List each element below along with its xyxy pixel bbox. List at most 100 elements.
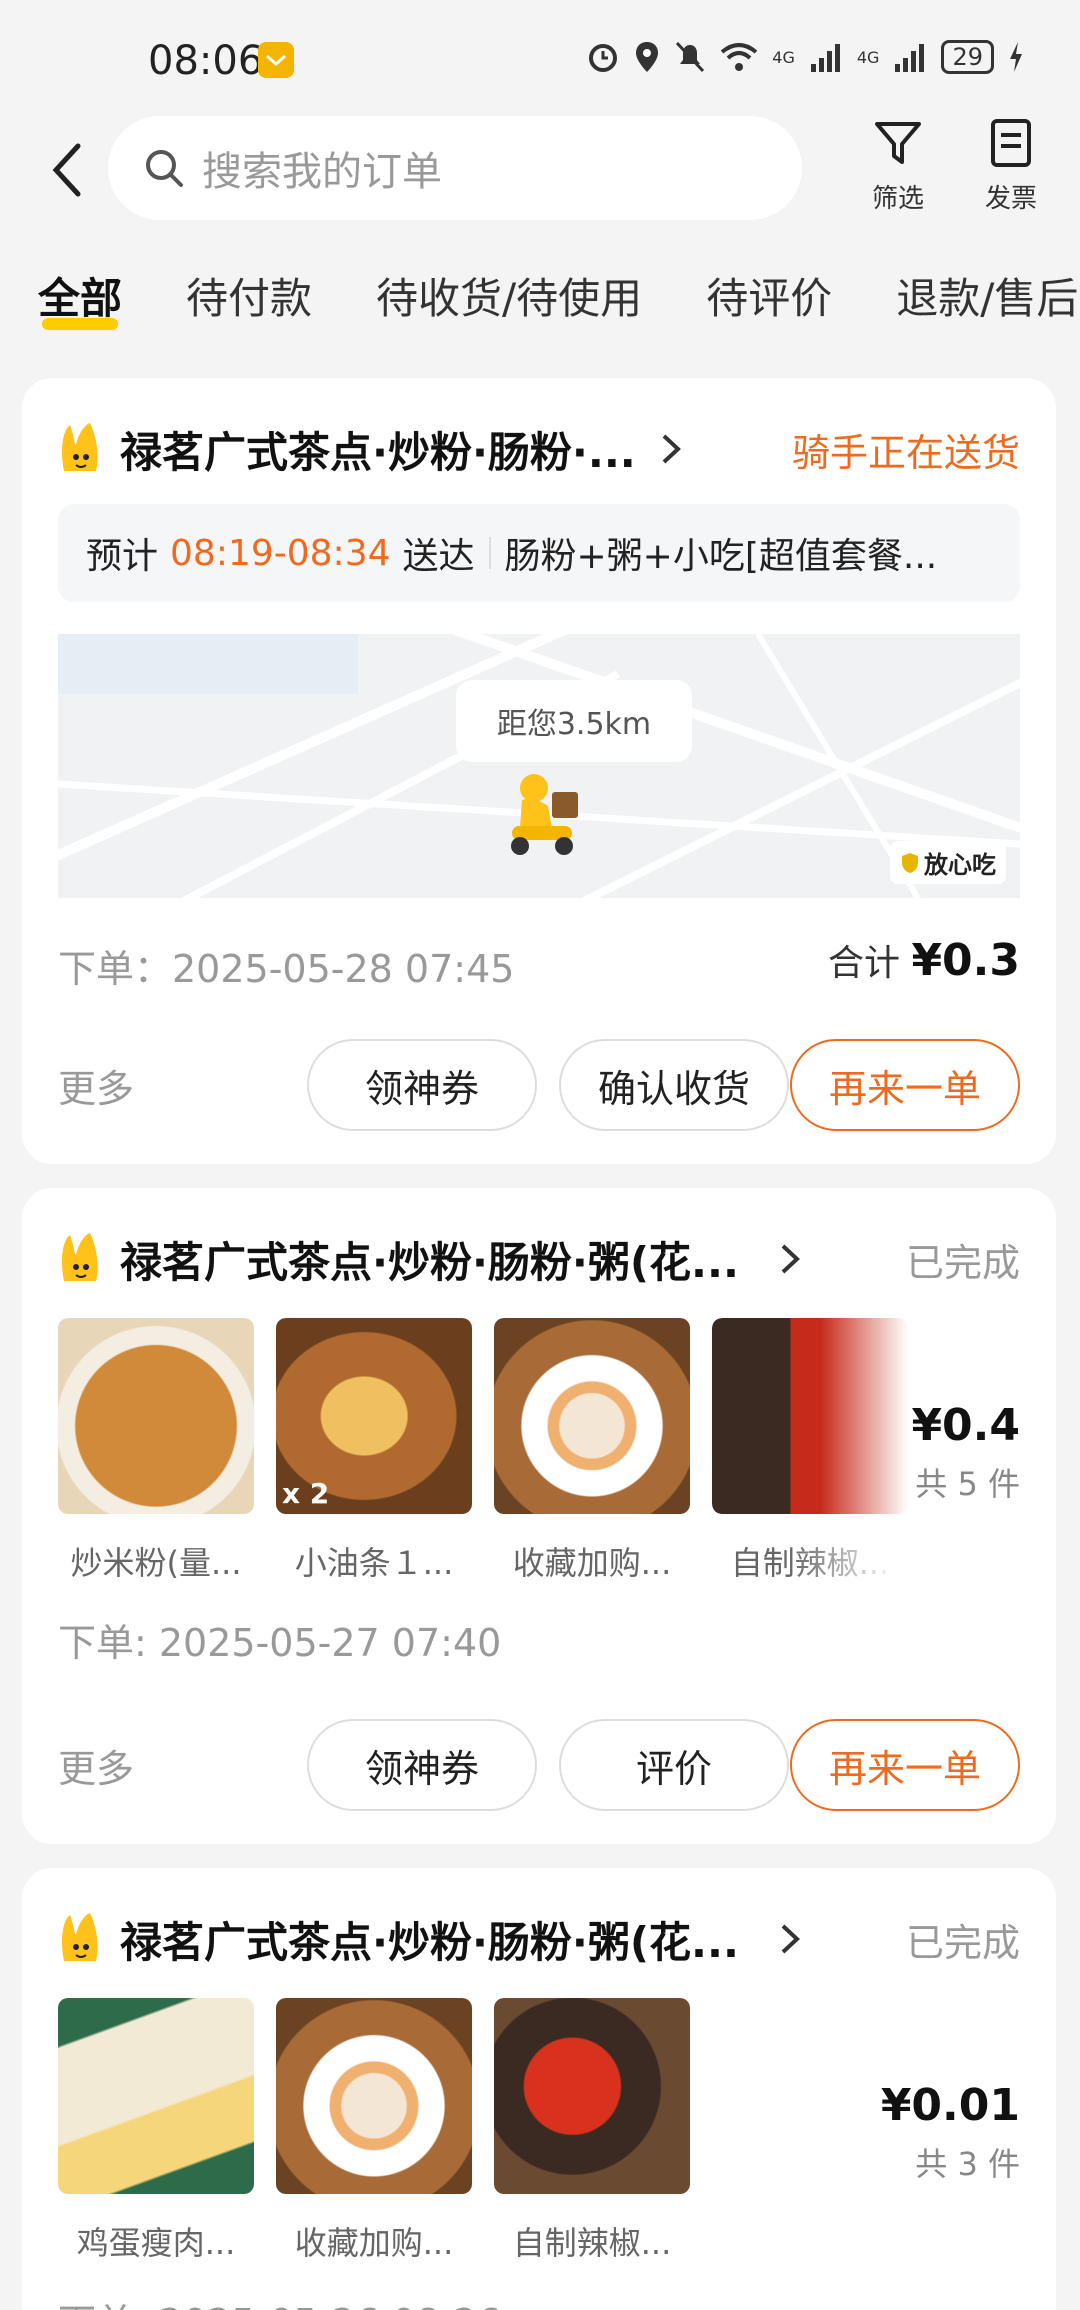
more-link[interactable]: 更多 — [58, 1058, 134, 1113]
eta-items: 肠粉+粥+小吃[超值套餐... — [504, 536, 938, 577]
eta-divider — [488, 537, 491, 569]
order-time: 下单: 2025-05-27 07:40 — [58, 1621, 502, 1665]
order-total: 合计 ¥0.3 — [828, 934, 1020, 986]
item-thumbnail — [276, 1998, 472, 2194]
item-thumbnail — [58, 1998, 254, 2194]
item-count: 共 3 件 — [915, 2145, 1020, 2183]
item-thumbnail — [494, 1998, 690, 2194]
shop-row[interactable]: 禄茗广式茶点·炒粉·肠粉·... 骑手正在送货 — [58, 414, 1020, 484]
list-item[interactable]: 收藏加购... — [494, 1318, 690, 1584]
list-item[interactable]: 鸡蛋瘦肉... — [58, 1998, 254, 2264]
shield-icon — [902, 852, 918, 873]
total-label: 合计 — [827, 943, 900, 984]
order-card[interactable]: 禄茗广式茶点·炒粉·肠粉·... 骑手正在送货 预计 08:19-08:34 送… — [22, 378, 1056, 1164]
distance-label: 距您3.5km — [456, 680, 692, 762]
shop-logo-icon — [62, 1233, 98, 1281]
shop-name: 禄茗广式茶点·炒粉·肠粉·粥(花... — [120, 1917, 739, 1967]
location-icon — [636, 42, 659, 72]
filter-button[interactable]: 筛选 — [853, 118, 943, 215]
item-name: 收藏加购... — [512, 1544, 672, 1582]
back-arrow-icon[interactable] — [44, 140, 94, 200]
status-time: 08:06 — [148, 38, 264, 84]
order-status: 已完成 — [905, 1240, 1020, 1285]
order-actions: 更多 领神券 评价 再来一单 — [58, 1718, 1020, 1812]
reorder-button[interactable]: 再来一单 — [790, 1039, 1020, 1131]
invoice-label: 发票 — [984, 184, 1037, 214]
item-thumbnail — [712, 1318, 908, 1514]
item-thumbnail: x 2 — [276, 1318, 472, 1514]
order-status: 骑手正在送货 — [791, 430, 1020, 475]
item-name: 鸡蛋瘦肉... — [76, 2224, 236, 2262]
safe-badge-label: 放心吃 — [924, 851, 996, 879]
rider-icon — [511, 774, 578, 855]
shop-logo-icon — [62, 1913, 98, 1961]
filter-icon — [875, 122, 921, 164]
tab-pending-review[interactable]: 待评价 — [706, 265, 832, 326]
wifi-icon — [721, 43, 758, 71]
order-price-summary: ¥0.01 共 3 件 — [881, 2080, 1020, 2185]
more-link[interactable]: 更多 — [58, 1738, 134, 1793]
total-amount: ¥0.3 — [911, 935, 1020, 986]
list-item[interactable]: 自制辣椒... — [712, 1318, 908, 1584]
search-bar[interactable]: 搜索我的订单 — [108, 116, 802, 220]
invoice-button[interactable]: 发票 — [966, 118, 1056, 215]
item-name: 小油条１... — [294, 1544, 454, 1582]
order-price-summary: ¥0.4 共 5 件 — [911, 1400, 1020, 1505]
order-card[interactable]: 禄茗广式茶点·炒粉·肠粉·粥(花... 已完成 鸡蛋瘦肉... 收藏加购... … — [22, 1868, 1056, 2310]
network-4g-label-2: 4G — [856, 47, 880, 67]
coupon-button[interactable]: 领神券 — [307, 1039, 537, 1131]
delivery-map[interactable]: 距您3.5km 放心吃 — [58, 634, 1020, 898]
item-list[interactable]: 炒米粉(量... x 2 小油条１... 收藏加购... 自制辣椒... — [58, 1318, 1018, 1588]
shop-name: 禄茗广式茶点·炒粉·肠粉·粥(花... — [120, 1237, 739, 1287]
alarm-icon — [589, 44, 618, 72]
search-placeholder: 搜索我的订单 — [202, 149, 442, 195]
status-bar: 08:06 4G 4G 29 — [0, 0, 1080, 110]
tab-all[interactable]: 全部 — [38, 265, 122, 330]
list-item[interactable]: 自制辣椒... — [494, 1998, 690, 2264]
signal-icon-2 — [895, 44, 925, 72]
order-time: 下单：2025-05-28 07:45 — [58, 947, 515, 991]
item-thumbnail — [58, 1318, 254, 1514]
chevron-right-icon — [662, 434, 681, 464]
invoice-icon — [991, 119, 1031, 167]
charging-icon — [1010, 42, 1022, 72]
order-price: ¥0.01 — [880, 2080, 1020, 2131]
item-thumbnail — [494, 1318, 690, 1514]
shop-name: 禄茗广式茶点·炒粉·肠粉·... — [120, 427, 636, 477]
item-quantity-badge: x 2 — [282, 1477, 330, 1510]
header: 搜索我的订单 筛选 发票 — [0, 110, 1080, 230]
eta-time: 08:19-08:34 — [170, 532, 391, 574]
order-price: ¥0.4 — [911, 1400, 1020, 1451]
list-item[interactable]: 收藏加购... — [276, 1998, 472, 2264]
tab-pending-delivery[interactable]: 待收货/待使用 — [376, 265, 642, 326]
tab-pending-payment[interactable]: 待付款 — [186, 265, 312, 326]
order-actions: 更多 领神券 确认收货 再来一单 — [58, 1038, 1020, 1132]
item-name: 收藏加购... — [294, 2224, 454, 2262]
battery-indicator: 29 — [941, 40, 994, 74]
list-item[interactable]: 炒米粉(量... — [58, 1318, 254, 1584]
order-status: 已完成 — [905, 1920, 1020, 1965]
tab-refund[interactable]: 退款/售后 — [896, 265, 1078, 326]
eta-banner[interactable]: 预计 08:19-08:34 送达 肠粉+粥+小吃[超值套餐... — [58, 504, 1020, 602]
review-button[interactable]: 评价 — [559, 1719, 789, 1811]
shop-row[interactable]: 禄茗广式茶点·炒粉·肠粉·粥(花... 已完成 — [58, 1224, 1020, 1294]
eta-suffix: 送达 — [402, 536, 475, 577]
reorder-button[interactable]: 再来一单 — [790, 1719, 1020, 1811]
chevron-right-icon — [781, 1244, 800, 1274]
list-item[interactable]: x 2 小油条１... — [276, 1318, 472, 1584]
item-count: 共 5 件 — [915, 1465, 1020, 1503]
shop-logo-icon — [62, 423, 98, 471]
signal-icon — [810, 44, 840, 72]
search-icon — [146, 150, 183, 187]
order-card[interactable]: 禄茗广式茶点·炒粉·肠粉·粥(花... 已完成 炒米粉(量... x 2 小油条… — [22, 1188, 1056, 1844]
order-tabs: 全部 待付款 待收货/待使用 待评价 退款/售后 — [0, 255, 1080, 335]
eta-prefix: 预计 — [86, 536, 159, 577]
coupon-button[interactable]: 领神券 — [307, 1719, 537, 1811]
confirm-receipt-button[interactable]: 确认收货 — [559, 1039, 789, 1131]
item-list[interactable]: 鸡蛋瘦肉... 收藏加购... 自制辣椒... — [58, 1998, 1018, 2268]
mute-icon — [676, 41, 705, 73]
safe-badge: 放心吃 — [890, 841, 1006, 884]
shop-row[interactable]: 禄茗广式茶点·炒粉·肠粉·粥(花... 已完成 — [58, 1904, 1020, 1974]
app-badge-icon — [258, 42, 294, 78]
filter-label: 筛选 — [871, 184, 924, 214]
